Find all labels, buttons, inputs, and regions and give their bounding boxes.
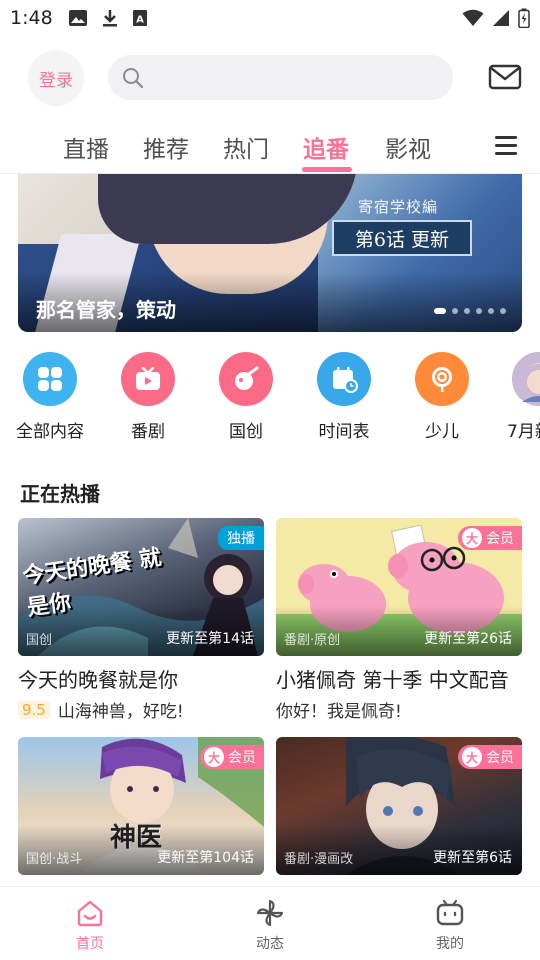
login-button[interactable]: 登录 — [28, 50, 84, 106]
section-title: 正在热播 — [20, 482, 100, 506]
nav-label: 我的 — [436, 936, 464, 952]
category-label: 番剧 — [131, 422, 165, 442]
card-subtitle: 山海神兽，好吃! — [57, 702, 184, 722]
nav-label: 动态 — [256, 936, 284, 952]
category-label: 少儿 — [425, 422, 459, 442]
anime-card[interactable]: 番剧·原创 更新至第26话 大 会员 小猪佩奇 第十季 中文配音 你好！我是佩奇… — [276, 518, 522, 722]
vip-big-icon: 大 — [204, 747, 224, 767]
anime-card[interactable]: 番剧·漫画改 更新至第6话 大 会员 — [276, 737, 522, 875]
download-icon — [103, 10, 117, 27]
card-subtitle: 你好！我是佩奇! — [276, 702, 402, 722]
page-dot — [434, 308, 446, 314]
category-kids[interactable]: 少儿 — [392, 352, 492, 442]
category-row: 全部内容 番剧 国创 时间表 少儿 7月新 — [0, 352, 540, 452]
banner-page-dots — [434, 308, 506, 314]
category-july-new[interactable]: 7月新 — [490, 352, 540, 442]
card-genre: 国创 — [26, 633, 53, 648]
vip-big-icon: 大 — [462, 747, 482, 767]
home-icon — [77, 900, 103, 927]
signal-icon — [493, 10, 509, 26]
wifi-icon — [462, 9, 484, 26]
tv-icon — [136, 366, 160, 390]
nav-home[interactable]: 首页 — [50, 897, 130, 953]
category-guochuang[interactable]: 国创 — [196, 352, 296, 442]
page-dot — [488, 308, 494, 314]
mail-button[interactable] — [488, 63, 522, 91]
card-thumbnail: 番剧·原创 更新至第26话 大 会员 — [276, 518, 522, 656]
lollipop-icon — [432, 367, 452, 392]
tab-hot[interactable]: 热门 — [223, 130, 269, 164]
tab-live[interactable]: 直播 — [63, 130, 109, 164]
vip-big-icon: 大 — [462, 528, 482, 548]
svg-text:A: A — [136, 15, 144, 26]
category-anime[interactable]: 番剧 — [98, 352, 198, 442]
font-icon: A — [133, 10, 147, 26]
card-genre: 番剧·原创 — [284, 633, 341, 648]
vip-badge: 大 会员 — [458, 745, 522, 769]
tab-movies[interactable]: 影视 — [385, 130, 431, 164]
search-icon — [123, 67, 144, 88]
category-label: 全部内容 — [16, 422, 84, 442]
status-time: 1:48 — [10, 7, 53, 29]
tab-menu-button[interactable] — [495, 134, 519, 158]
channel-tabs: 直播 推荐 热门 追番 影视 — [0, 120, 540, 174]
category-label: 7月新 — [507, 422, 540, 442]
card-genre: 番剧·漫画改 — [284, 852, 354, 867]
category-label: 国创 — [229, 422, 263, 442]
nav-activity[interactable]: 动态 — [230, 897, 310, 953]
banner-carousel[interactable]: 寄宿学校編 第6话 更新 那名管家，策动 — [18, 174, 522, 332]
search-bar[interactable] — [108, 55, 453, 100]
category-schedule[interactable]: 时间表 — [294, 352, 394, 442]
status-bar: 1:48 A — [0, 0, 540, 36]
tv-face-icon — [436, 899, 464, 926]
page-dot — [500, 308, 506, 314]
tab-bangumi[interactable]: 追番 — [303, 130, 349, 164]
avatar-thumb — [512, 352, 540, 406]
card-thumbnail: 今天的晚餐 就是你 国创 更新至第14话 独播 — [18, 518, 264, 656]
nav-label: 首页 — [76, 936, 104, 952]
card-title: 小猪佩奇 第十季 中文配音 — [276, 668, 509, 692]
mail-icon — [488, 64, 522, 90]
card-update: 更新至第26话 — [424, 631, 512, 647]
banner-subtitle: 寄宿学校編 — [358, 198, 439, 216]
calendar-icon — [333, 367, 358, 393]
card-update: 更新至第14话 — [166, 631, 254, 647]
bottom-navigation: 首页 动态 我的 — [0, 886, 540, 960]
nav-profile[interactable]: 我的 — [410, 897, 490, 953]
vip-badge: 大 会员 — [458, 526, 522, 550]
vip-badge: 大 会员 — [200, 745, 264, 769]
image-icon — [69, 10, 87, 26]
anime-card[interactable]: 神医 国创·战斗 更新至第104话 大 会员 — [18, 737, 264, 875]
tab-indicator — [302, 167, 352, 172]
card-thumbnail: 番剧·漫画改 更新至第6话 大 会员 — [276, 737, 522, 875]
page-dot — [476, 308, 482, 314]
page-dot — [464, 308, 470, 314]
anime-card[interactable]: 今天的晚餐 就是你 国创 更新至第14话 独播 今天的晚餐就是你 9.5 山海神… — [18, 518, 264, 722]
category-label: 时间表 — [318, 422, 370, 442]
banner-episode-tag: 第6话 更新 — [332, 220, 472, 256]
card-update: 更新至第6话 — [433, 850, 512, 866]
card-title: 今天的晚餐就是你 — [18, 668, 178, 692]
battery-icon — [518, 8, 530, 28]
exclusive-badge: 独播 — [218, 526, 264, 550]
card-update: 更新至第104话 — [157, 850, 254, 866]
card-score: 9.5 — [18, 700, 50, 719]
sword-icon — [235, 366, 259, 390]
category-all[interactable]: 全部内容 — [0, 352, 100, 442]
page-dot — [452, 308, 458, 314]
tab-recommend[interactable]: 推荐 — [143, 130, 189, 164]
card-thumbnail: 神医 国创·战斗 更新至第104话 大 会员 — [18, 737, 264, 875]
banner-title: 那名管家，策动 — [36, 298, 176, 322]
pinwheel-icon — [256, 899, 284, 927]
grid-icon — [38, 367, 62, 391]
card-genre: 国创·战斗 — [26, 852, 83, 867]
